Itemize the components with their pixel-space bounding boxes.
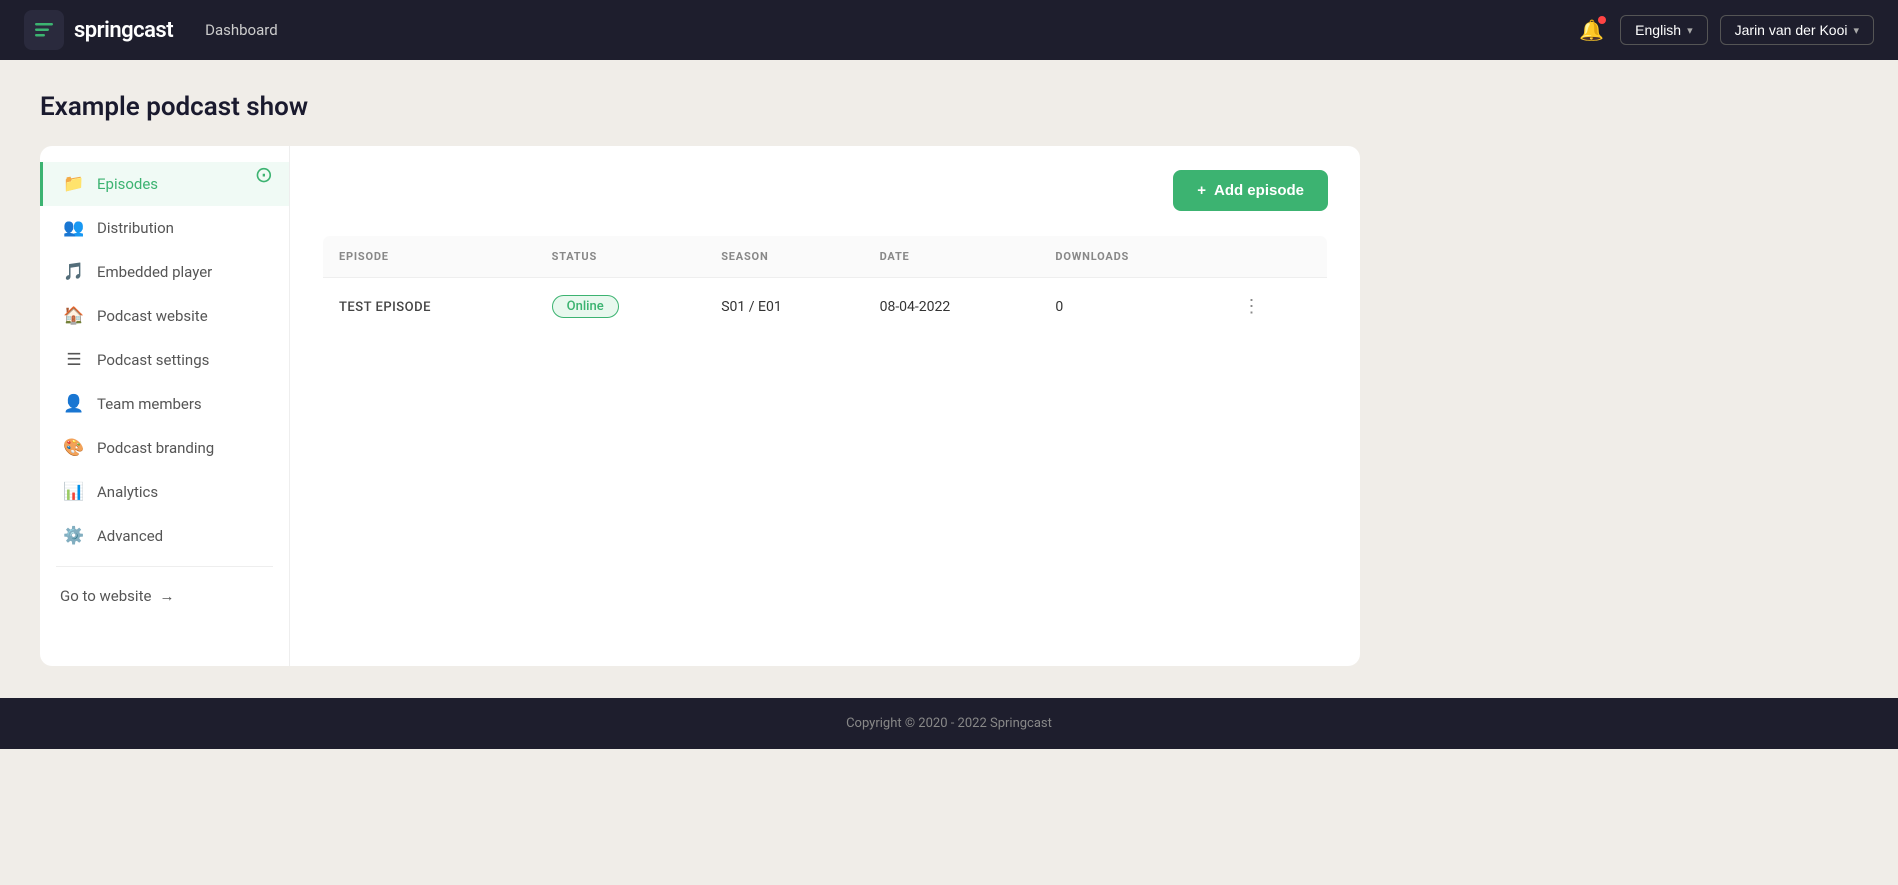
analytics-icon: 📊 <box>63 482 85 502</box>
embedded-player-icon: 🎵 <box>63 262 85 282</box>
podcast-settings-icon: ☰ <box>63 350 85 370</box>
sidebar-item-podcast-settings[interactable]: ☰ Podcast settings <box>40 338 289 382</box>
add-icon: + <box>1197 182 1206 199</box>
language-selector[interactable]: English ▾ <box>1620 15 1707 45</box>
col-downloads: DOWNLOADS <box>1039 236 1220 278</box>
sidebar-item-embedded-player[interactable]: 🎵 Embedded player <box>40 250 289 294</box>
podcast-website-icon: 🏠 <box>63 306 85 326</box>
main-toolbar: + Add episode <box>322 170 1328 211</box>
top-navigation: springcast Dashboard 🔔 English ▾ Jarin v… <box>0 0 1898 60</box>
sidebar-item-label-team-members: Team members <box>97 395 202 413</box>
distribution-icon: 👥 <box>63 218 85 238</box>
sidebar-item-podcast-branding[interactable]: 🎨 Podcast branding <box>40 426 289 470</box>
user-label: Jarin van der Kooi <box>1735 22 1848 38</box>
language-label: English <box>1635 22 1681 38</box>
cell-actions: ⋮ <box>1220 278 1327 336</box>
cell-status: Online <box>536 278 706 336</box>
add-episode-label: Add episode <box>1214 182 1304 199</box>
sidebar-item-label-advanced: Advanced <box>97 527 163 545</box>
user-chevron-icon: ▾ <box>1853 24 1859 37</box>
episodes-icon: 📁 <box>63 174 85 194</box>
footer: Copyright © 2020 - 2022 Springcast <box>0 698 1898 749</box>
sidebar-item-label-podcast-website: Podcast website <box>97 307 208 325</box>
cell-season: S01 / E01 <box>705 278 863 336</box>
language-chevron-icon: ▾ <box>1687 24 1693 37</box>
nav-right: 🔔 English ▾ Jarin van der Kooi ▾ <box>1575 14 1874 47</box>
sidebar-item-label-distribution: Distribution <box>97 219 174 237</box>
cell-episode: TEST EPISODE <box>323 278 536 336</box>
footer-copyright: Copyright © 2020 - 2022 Springcast <box>846 716 1052 731</box>
sidebar-item-label-embedded-player: Embedded player <box>97 263 212 281</box>
logo-text: springcast <box>74 18 173 43</box>
sidebar-goto-website[interactable]: Go to website → <box>40 575 289 617</box>
sidebar-item-label-episodes: Episodes <box>97 175 158 193</box>
sidebar-back-button[interactable]: ⊙ <box>255 162 273 188</box>
episodes-table: EPISODE STATUS SEASON DATE DOWNLOADS TES… <box>322 235 1328 336</box>
col-episode: EPISODE <box>323 236 536 278</box>
main-area: + Add episode EPISODE STATUS SEASON DATE… <box>290 146 1360 666</box>
sidebar: ⊙ 📁 Episodes 👥 Distribution 🎵 Embedded p… <box>40 146 290 666</box>
back-circle-icon: ⊙ <box>255 162 273 187</box>
table-row: TEST EPISODE Online S01 / E01 08-04-2022… <box>323 278 1328 336</box>
col-actions <box>1220 236 1327 278</box>
sidebar-item-label-podcast-branding: Podcast branding <box>97 439 214 457</box>
advanced-icon: ⚙️ <box>63 526 85 546</box>
page-title: Example podcast show <box>40 92 1360 122</box>
user-menu[interactable]: Jarin van der Kooi ▾ <box>1720 15 1874 45</box>
col-date: DATE <box>864 236 1040 278</box>
sidebar-item-label-analytics: Analytics <box>97 483 158 501</box>
page-content: Example podcast show ⊙ 📁 Episodes 👥 Dist… <box>0 60 1400 698</box>
notification-bell[interactable]: 🔔 <box>1575 14 1608 47</box>
sidebar-item-distribution[interactable]: 👥 Distribution <box>40 206 289 250</box>
cell-downloads: 0 <box>1039 278 1220 336</box>
goto-website-label: Go to website <box>60 587 151 605</box>
dashboard-link[interactable]: Dashboard <box>205 21 278 39</box>
sidebar-item-team-members[interactable]: 👤 Team members <box>40 382 289 426</box>
sidebar-item-analytics[interactable]: 📊 Analytics <box>40 470 289 514</box>
sidebar-item-advanced[interactable]: ⚙️ Advanced <box>40 514 289 558</box>
logo-link[interactable]: springcast <box>24 10 173 50</box>
episode-name: TEST EPISODE <box>339 300 431 315</box>
add-episode-button[interactable]: + Add episode <box>1173 170 1328 211</box>
col-season: SEASON <box>705 236 863 278</box>
goto-arrow-icon: → <box>159 587 174 605</box>
row-actions-button[interactable]: ⋮ <box>1236 294 1266 319</box>
team-members-icon: 👤 <box>63 394 85 414</box>
cell-date: 08-04-2022 <box>864 278 1040 336</box>
table-header-row: EPISODE STATUS SEASON DATE DOWNLOADS <box>323 236 1328 278</box>
sidebar-item-podcast-website[interactable]: 🏠 Podcast website <box>40 294 289 338</box>
sidebar-item-label-podcast-settings: Podcast settings <box>97 351 209 369</box>
podcast-branding-icon: 🎨 <box>63 438 85 458</box>
sidebar-item-episodes[interactable]: 📁 Episodes <box>40 162 289 206</box>
logo-icon <box>24 10 64 50</box>
main-card: ⊙ 📁 Episodes 👥 Distribution 🎵 Embedded p… <box>40 146 1360 666</box>
notification-dot <box>1598 16 1606 24</box>
status-badge: Online <box>552 295 619 318</box>
sidebar-divider <box>56 566 273 567</box>
col-status: STATUS <box>536 236 706 278</box>
